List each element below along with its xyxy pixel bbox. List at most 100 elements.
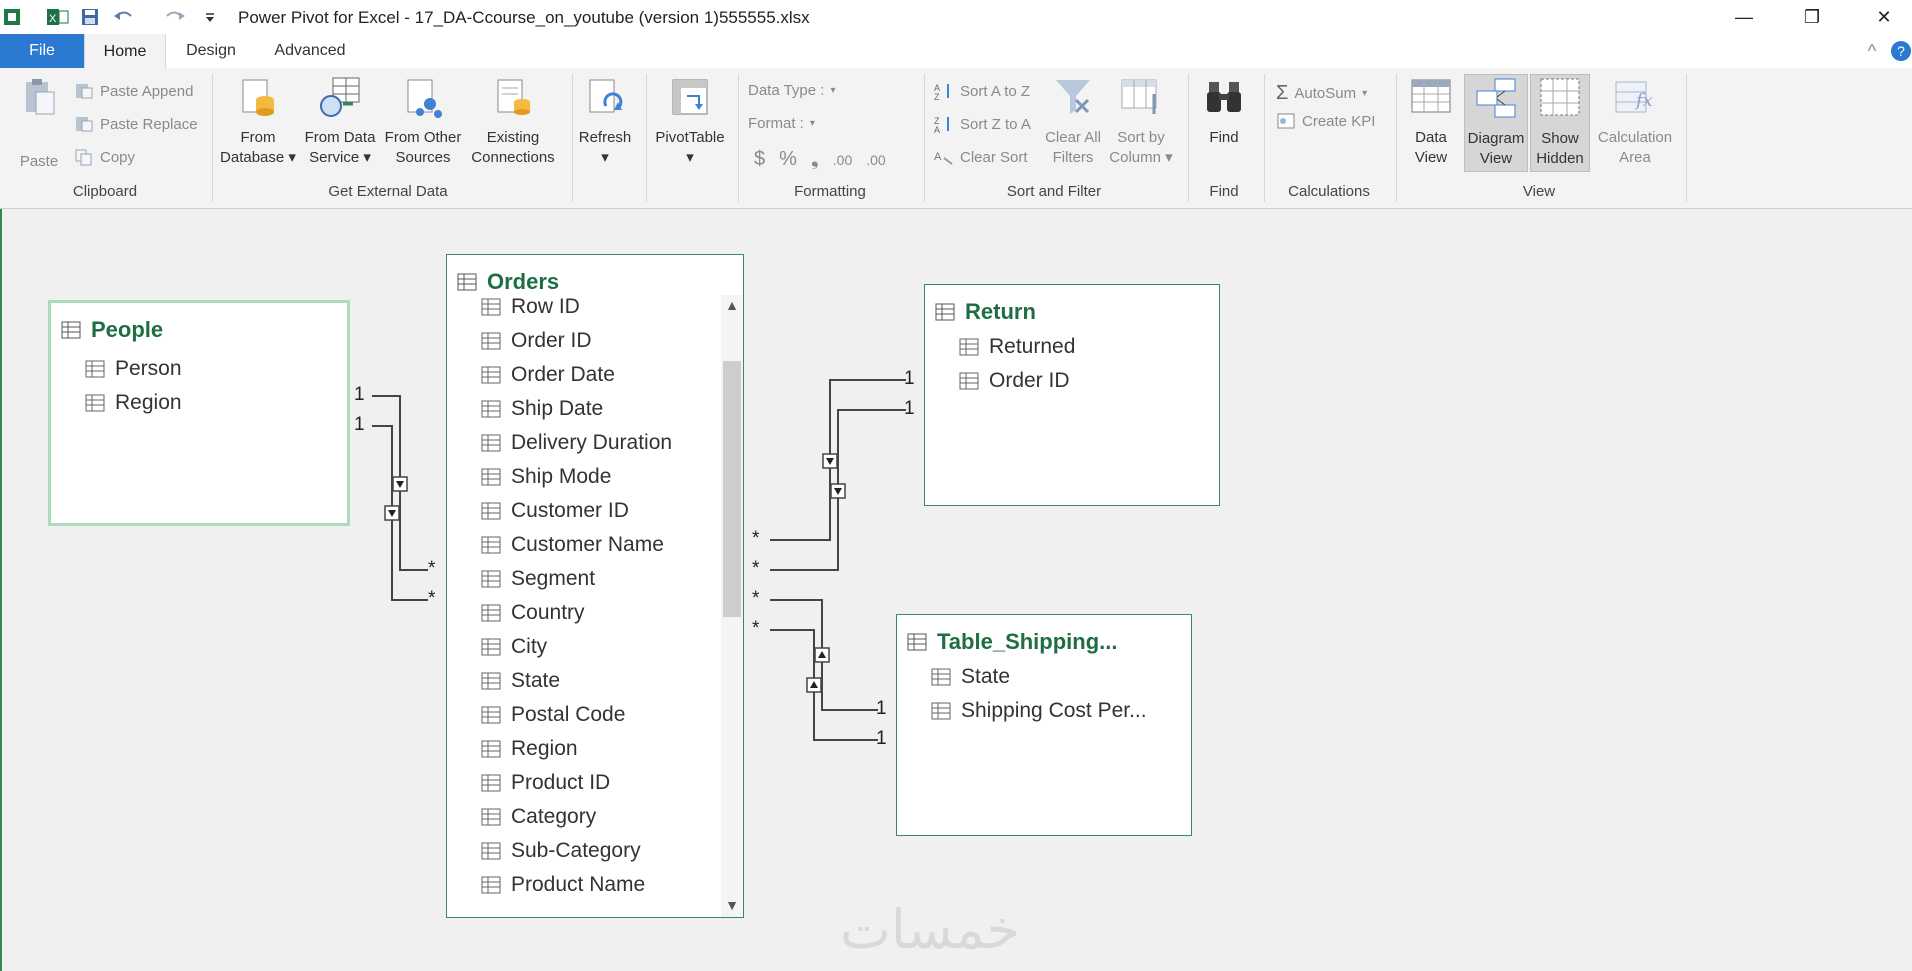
- pivottable-button[interactable]: PivotTable ▾: [652, 76, 728, 168]
- percent-icon[interactable]: %: [779, 148, 797, 171]
- table-orders[interactable]: Orders Row ID Order ID Order Date Ship Date…: [446, 254, 744, 918]
- calculation-area-button[interactable]: fx Calculation Area: [1594, 76, 1676, 168]
- table-people[interactable]: People Person Region: [48, 300, 350, 526]
- column-returned[interactable]: Returned: [959, 335, 1075, 359]
- column-shipping-cost[interactable]: Shipping Cost Per...: [931, 699, 1147, 723]
- separator: [1188, 74, 1189, 202]
- from-data-service-button[interactable]: From Data Service ▾: [298, 76, 382, 168]
- diagram-view-button[interactable]: Diagram View: [1464, 74, 1528, 172]
- currency-icon[interactable]: $: [754, 148, 765, 171]
- orders-column-item[interactable]: Row ID: [481, 295, 580, 319]
- cardinality-one-label: 1: [904, 368, 915, 389]
- table-shipping[interactable]: Table_Shipping... State Shipping Cost Pe…: [896, 614, 1192, 836]
- orders-column-item[interactable]: City: [481, 635, 547, 659]
- cardinality-one-label: 1: [904, 398, 915, 419]
- data-view-button[interactable]: Data View: [1402, 76, 1460, 168]
- clear-sort-button[interactable]: A Clear Sort: [934, 148, 1028, 166]
- column-icon: [481, 434, 501, 452]
- sort-z-to-a-button[interactable]: ZA Sort Z to A: [934, 115, 1031, 134]
- orders-column-item[interactable]: Customer ID: [481, 499, 629, 523]
- table-icon: [457, 273, 477, 291]
- paste-append-button[interactable]: Paste Append: [74, 82, 193, 100]
- show-hidden-button[interactable]: Show Hidden: [1530, 74, 1590, 172]
- column-state[interactable]: State: [931, 665, 1010, 689]
- column-icon: [481, 876, 501, 894]
- diagram-view-label-1: Diagram: [1467, 130, 1525, 147]
- orders-column-item[interactable]: Sub-Category: [481, 839, 641, 863]
- separator: [1264, 74, 1265, 202]
- orders-column-item[interactable]: Ship Date: [481, 397, 603, 421]
- column-icon: [481, 502, 501, 520]
- orders-column-item[interactable]: Country: [481, 601, 585, 625]
- tab-design[interactable]: Design: [172, 34, 250, 68]
- scrollbar[interactable]: ▲ ▼: [721, 295, 743, 917]
- sort-a-to-z-button[interactable]: AZ Sort A to Z: [934, 82, 1030, 101]
- pivottable-dropdown-icon[interactable]: ▾: [652, 148, 728, 168]
- save-icon[interactable]: [78, 5, 102, 29]
- copy-button[interactable]: Copy: [74, 148, 135, 166]
- column-person[interactable]: Person: [85, 357, 182, 381]
- table-shipping-title[interactable]: Table_Shipping...: [937, 629, 1118, 655]
- create-kpi-button[interactable]: Create KPI: [1276, 112, 1375, 130]
- excel-icon[interactable]: X: [46, 5, 70, 29]
- table-orders-title[interactable]: Orders: [487, 269, 559, 295]
- scroll-down-icon[interactable]: ▼: [725, 897, 739, 913]
- collapse-ribbon-icon[interactable]: ^: [1858, 34, 1886, 68]
- data-type-dropdown[interactable]: Data Type : ▾: [748, 82, 835, 99]
- column-region[interactable]: Region: [85, 391, 182, 415]
- sort-ascending-icon: AZ: [934, 83, 949, 100]
- increase-decimal-icon[interactable]: .00: [833, 152, 852, 168]
- orders-column-item[interactable]: State: [481, 669, 560, 693]
- format-dropdown[interactable]: Format : ▾: [748, 115, 815, 132]
- comma-icon[interactable]: ❟: [811, 148, 819, 171]
- decrease-decimal-icon[interactable]: .00: [866, 152, 885, 168]
- from-database-button[interactable]: From Database ▾: [216, 76, 300, 168]
- orders-column-item[interactable]: Customer Name: [481, 533, 664, 557]
- column-icon: [931, 668, 951, 686]
- column-label: Region: [511, 737, 578, 760]
- existing-connections-button[interactable]: Existing Connections: [466, 76, 560, 168]
- customize-qat-icon[interactable]: [200, 5, 220, 29]
- paste-button[interactable]: Paste: [12, 76, 66, 172]
- tab-advanced[interactable]: Advanced: [264, 34, 356, 68]
- diagram-view-label-2: View: [1479, 150, 1513, 167]
- from-other-sources-button[interactable]: From Other Sources: [380, 76, 466, 168]
- orders-column-item[interactable]: Order Date: [481, 363, 615, 387]
- scroll-up-icon[interactable]: ▲: [725, 297, 739, 313]
- orders-column-item[interactable]: Product Name: [481, 873, 645, 897]
- table-return-title[interactable]: Return: [965, 299, 1036, 325]
- refresh-button[interactable]: Refresh ▾: [576, 76, 634, 168]
- help-icon[interactable]: ?: [1890, 34, 1912, 68]
- file-tab[interactable]: File: [0, 34, 84, 68]
- clear-all-filters-button[interactable]: Clear All Filters: [1038, 76, 1108, 168]
- orders-column-item[interactable]: Region: [481, 737, 578, 761]
- tab-home[interactable]: Home: [84, 34, 166, 69]
- orders-column-item[interactable]: Category: [481, 805, 596, 829]
- autosum-button[interactable]: Σ AutoSum ▾: [1276, 82, 1367, 105]
- orders-column-item[interactable]: Delivery Duration: [481, 431, 672, 455]
- column-order-id[interactable]: Order ID: [959, 369, 1070, 393]
- redo-icon[interactable]: [160, 5, 190, 29]
- undo-icon[interactable]: [110, 5, 140, 29]
- table-return[interactable]: Return Returned Order ID: [924, 284, 1220, 506]
- data-service-icon: [320, 77, 360, 117]
- cardinality-one-label: 1: [876, 728, 887, 749]
- close-button[interactable]: ✕: [1856, 0, 1912, 34]
- chevron-down-icon: ▾: [830, 85, 836, 96]
- scrollbar-thumb[interactable]: [723, 361, 741, 617]
- table-people-title[interactable]: People: [91, 317, 163, 343]
- orders-column-item[interactable]: Product ID: [481, 771, 610, 795]
- minimize-button[interactable]: —: [1716, 0, 1772, 34]
- orders-column-item[interactable]: Ship Mode: [481, 465, 611, 489]
- column-label: Row ID: [511, 295, 580, 318]
- paste-replace-button[interactable]: Paste Replace: [74, 115, 198, 133]
- orders-column-item[interactable]: Postal Code: [481, 703, 625, 727]
- sort-by-column-button[interactable]: Sort by Column ▾: [1108, 76, 1174, 168]
- orders-column-item[interactable]: Segment: [481, 567, 595, 591]
- restore-button[interactable]: ❐: [1784, 0, 1840, 34]
- calculations-group-label: Calculations: [1288, 183, 1370, 200]
- find-button[interactable]: Find: [1196, 76, 1252, 148]
- refresh-icon: [589, 79, 623, 113]
- refresh-dropdown-icon[interactable]: ▾: [576, 148, 634, 168]
- orders-column-item[interactable]: Order ID: [481, 329, 592, 353]
